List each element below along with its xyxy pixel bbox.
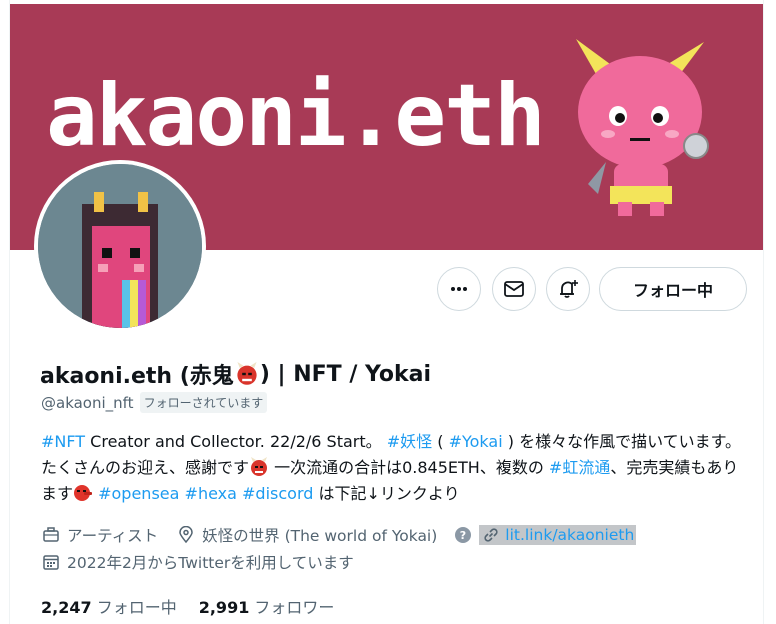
hashtag-link[interactable]: #Yokai (449, 432, 503, 451)
joined-row: 2022年2月からTwitterを利用しています (41, 551, 354, 573)
profile-meta-row: アーティスト 妖怪の世界 (The world of Yokai) ? lit.… (41, 524, 637, 546)
following-count: 2,247 (41, 598, 92, 617)
banner-title: akaoni.eth (46, 66, 546, 166)
message-button[interactable] (492, 267, 536, 311)
profile-bio: #NFT Creator and Collector. 22/2/6 Start… (41, 429, 753, 507)
briefcase-icon (41, 525, 61, 545)
following-button[interactable]: フォロー中 (599, 267, 747, 311)
hashtag-link[interactable]: #NFT (41, 432, 85, 451)
envelope-icon (504, 281, 524, 297)
profile-avatar[interactable] (34, 160, 206, 332)
bell-plus-icon (560, 280, 578, 298)
followers-label: フォロワー (254, 598, 335, 617)
follows-you-badge: フォローされています (139, 392, 268, 413)
follow-stats: 2,247 フォロー中 2,991 フォロワー (41, 594, 334, 618)
display-name-prefix: akaoni.eth (赤鬼 (40, 364, 234, 389)
link-icon (481, 525, 501, 545)
followers-stat[interactable]: 2,991 フォロワー (199, 594, 335, 618)
user-handle: @akaoni_nft (41, 393, 134, 412)
pixel-oni-avatar-image (38, 164, 202, 328)
display-name: akaoni.eth (赤鬼 ) | NFT / Yokai (40, 358, 431, 390)
website-link[interactable]: lit.link/akaonieth (505, 526, 634, 544)
oni-mascot-image (576, 39, 709, 216)
hashtag-link[interactable]: #hexa (185, 484, 237, 503)
following-label: フォロー中 (96, 598, 177, 617)
help-circle-icon[interactable]: ? (453, 525, 473, 545)
more-button[interactable] (437, 267, 481, 311)
profile-page: akaoni.eth フォロー中 akaoni.eth (赤鬼) | NFT … (9, 0, 764, 624)
joined-date: 2022年2月からTwitterを利用しています (67, 554, 354, 572)
followers-count: 2,991 (198, 598, 250, 617)
bio-text: は下記↓リンクより (313, 484, 460, 503)
handle-row: @akaoni_nft フォローされています (41, 392, 268, 413)
hashtag-link[interactable]: #discord (242, 484, 313, 503)
bio-text: ( (432, 432, 449, 451)
following-stat[interactable]: 2,247 フォロー中 (41, 594, 177, 618)
svg-text:?: ? (460, 529, 466, 542)
ogre-emoji-icon (251, 457, 268, 476)
more-icon (451, 287, 467, 291)
hashtag-link[interactable]: #opensea (98, 484, 179, 503)
bio-text: Creator and Collector. 22/2/6 Start。 (85, 432, 387, 451)
bio-text: 一次流通の合計は0.845ETH、複数の (269, 458, 549, 477)
profile-category: アーティスト (67, 527, 159, 545)
ogre-emoji-icon (237, 362, 257, 385)
calendar-icon (41, 552, 61, 572)
location-pin-icon (176, 525, 196, 545)
profile-website[interactable]: lit.link/akaonieth (479, 525, 637, 545)
profile-location: 妖怪の世界 (The world of Yokai) (202, 527, 438, 545)
tengu-emoji-icon (74, 485, 93, 501)
hashtag-link[interactable]: #妖怪 (387, 432, 432, 451)
hashtag-link[interactable]: #虹流通 (549, 458, 610, 477)
display-name-suffix: ) | NFT / Yokai (259, 361, 432, 387)
notify-button[interactable] (546, 267, 590, 311)
